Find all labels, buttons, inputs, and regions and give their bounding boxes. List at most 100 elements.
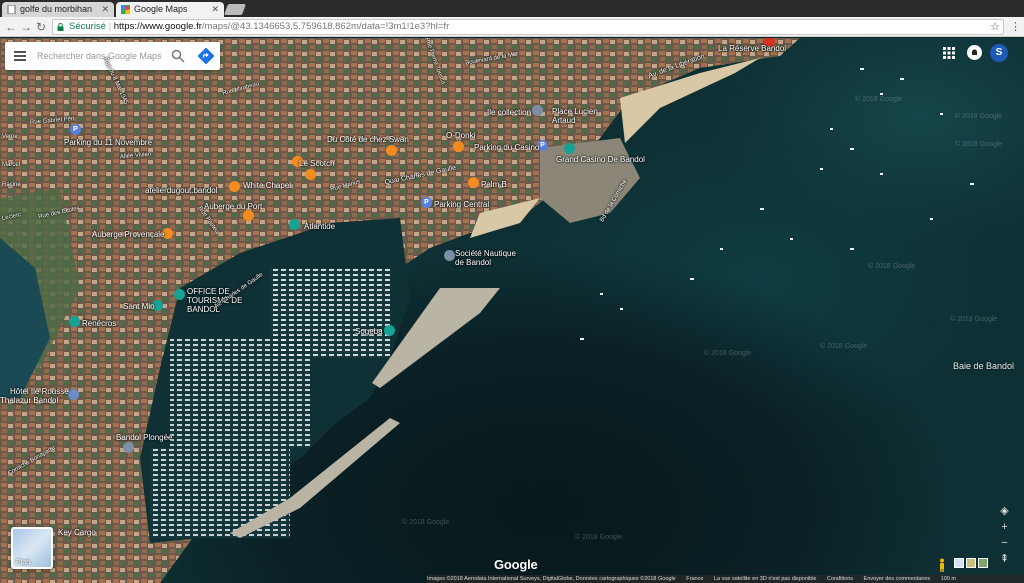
place-label[interactable]: Société Nautique de Bandol — [455, 249, 525, 267]
place-label[interactable]: Parking du Casino — [474, 143, 539, 152]
satellite-map[interactable]: S La Réserve Bandol Ile collection Place… — [0, 38, 1024, 583]
tilt-icon[interactable]: ⇞ — [997, 552, 1012, 566]
parking-icon[interactable]: P — [70, 124, 81, 135]
place-pin-icon[interactable] — [123, 442, 134, 453]
place-label[interactable]: Parking du 11 Novembre — [64, 138, 152, 147]
forward-icon[interactable]: → — [19, 20, 33, 34]
google-logo: Google — [494, 557, 538, 572]
place-label[interactable]: La Réserve Bandol — [718, 44, 786, 53]
search-icon[interactable] — [171, 49, 185, 63]
restaurant-icon[interactable] — [468, 177, 479, 188]
3d-notice: La vue satellite en 3D n'est pas disponi… — [713, 576, 817, 582]
place-label[interactable]: Sogeba — [355, 327, 383, 336]
layer-thumbnail[interactable] — [966, 558, 976, 568]
restaurant-icon[interactable] — [229, 181, 240, 192]
minus-icon[interactable]: − — [997, 536, 1012, 550]
restaurant-icon[interactable] — [453, 141, 464, 152]
country-link[interactable]: France — [686, 576, 703, 582]
place-pin-icon[interactable] — [444, 250, 455, 261]
place-label[interactable]: Key Cargo — [58, 528, 96, 537]
place-label[interactable]: Du Côté de chez Swan — [327, 135, 409, 144]
restaurant-icon[interactable] — [243, 210, 254, 221]
feedback-link[interactable]: Envoyer des commentaires — [864, 576, 931, 582]
address-bar[interactable]: Sécurisé | https://www.google.fr/maps/@4… — [52, 19, 1004, 35]
browser-menu-icon[interactable]: ⋮ — [1010, 20, 1021, 34]
place-label[interactable]: Auberge Provençale — [92, 230, 165, 239]
tab-title: Google Maps — [134, 4, 188, 14]
hotel-icon[interactable] — [68, 389, 79, 400]
place-label[interactable]: Hôtel Ile Rousse — [10, 387, 69, 396]
place-label[interactable]: Sant Mio — [123, 302, 155, 311]
place-label[interactable]: White Chapel — [243, 181, 291, 190]
compass-icon[interactable]: ◈ — [997, 504, 1012, 518]
layer-thumbnail[interactable] — [954, 558, 964, 568]
close-icon[interactable]: ✕ — [211, 4, 219, 15]
plus-icon[interactable]: + — [997, 520, 1012, 534]
watermark: © 2018 Google — [955, 113, 1003, 120]
map-footer: Images ©2018 Aerodata International Surv… — [427, 575, 1024, 583]
watermark: © 2018 Google — [704, 350, 752, 357]
pegman-icon[interactable] — [937, 558, 947, 572]
street-label: Verne — [2, 134, 18, 140]
place-label[interactable]: Atlantide — [304, 222, 335, 231]
scale-label[interactable]: 100 m — [941, 576, 956, 582]
lock-icon — [57, 23, 64, 31]
watermark: © 2018 Google — [575, 534, 623, 541]
attraction-icon[interactable] — [289, 219, 300, 230]
close-icon[interactable]: ✕ — [101, 4, 109, 15]
place-label[interactable]: Parking Central — [434, 200, 489, 209]
url-path: /maps/@43.1346653,5.759618,862m/data=!3m… — [201, 21, 450, 32]
watermark: © 2018 Google — [820, 343, 868, 350]
watermark: © 2018 Google — [950, 316, 998, 323]
place-label[interactable]: Grand Casino De Bandol — [556, 155, 645, 164]
place-label[interactable]: Thalazur Bandol — [0, 396, 58, 405]
avatar[interactable]: S — [990, 44, 1008, 62]
directions-icon[interactable] — [198, 48, 214, 64]
tab-title: golfe du morbihan — [20, 4, 93, 14]
info-icon[interactable] — [174, 289, 185, 300]
place-label[interactable]: Le Scotch — [299, 159, 335, 168]
url-host: https://www.google.fr — [113, 21, 202, 32]
watermark: © 2018 Google — [868, 263, 916, 270]
attraction-icon[interactable] — [69, 316, 80, 327]
place-pin-icon[interactable] — [532, 105, 543, 116]
street-label: Marcel — [2, 162, 21, 168]
apps-grid-icon[interactable] — [943, 47, 955, 59]
reload-icon[interactable]: ↻ — [34, 20, 48, 34]
browser-tab-bar: golfe du morbihan ✕ Google Maps ✕ — [0, 0, 1024, 17]
search-box — [5, 42, 220, 70]
new-tab-button[interactable] — [223, 4, 247, 15]
document-icon — [7, 5, 16, 14]
layer-thumbnail[interactable] — [978, 558, 988, 568]
restaurant-icon[interactable] — [305, 169, 316, 180]
place-label[interactable]: Ile collection — [487, 108, 531, 117]
hamburger-icon[interactable] — [14, 51, 26, 61]
place-label[interactable]: Auberge du Port — [204, 202, 262, 211]
place-label[interactable]: atelierdugout.bandol — [145, 186, 218, 195]
place-label[interactable]: Place Lucien Artaud — [552, 107, 622, 125]
casino-icon[interactable] — [564, 143, 575, 154]
notifications-icon[interactable] — [967, 45, 982, 60]
place-label[interactable]: Bandol Plongée — [116, 433, 173, 442]
terms-link[interactable]: Conditions — [827, 576, 853, 582]
back-icon[interactable]: ← — [4, 20, 18, 34]
bay-label: Baie de Bandol — [953, 361, 1015, 371]
browser-tab-2[interactable]: Google Maps ✕ — [116, 2, 224, 17]
boat-icon[interactable] — [384, 325, 395, 336]
restaurant-icon[interactable] — [386, 145, 397, 156]
place-label[interactable]: O-Donki — [446, 131, 475, 140]
parking-icon[interactable]: P — [421, 197, 432, 208]
place-label[interactable]: Renécros — [82, 319, 116, 328]
map-type-toggle-button[interactable]: Plan — [11, 527, 53, 569]
google-maps-icon — [121, 5, 130, 14]
imagery-credits: Images ©2018 Aerodata International Surv… — [427, 576, 676, 582]
watermark: © 2018 Google — [955, 141, 1003, 148]
browser-toolbar: ← → ↻ Sécurisé | https://www.google.fr/m… — [0, 17, 1024, 37]
place-label[interactable]: Palm.B — [481, 180, 507, 189]
watermark: © 2018 Google — [402, 519, 450, 526]
map-controls: ◈ + − ⇞ — [997, 504, 1012, 568]
browser-tab-1[interactable]: golfe du morbihan ✕ — [2, 2, 114, 17]
secure-label: Sécurisé — [69, 21, 106, 32]
bookmark-star-icon[interactable]: ☆ — [990, 20, 1000, 34]
street-label: Racine — [2, 182, 21, 188]
